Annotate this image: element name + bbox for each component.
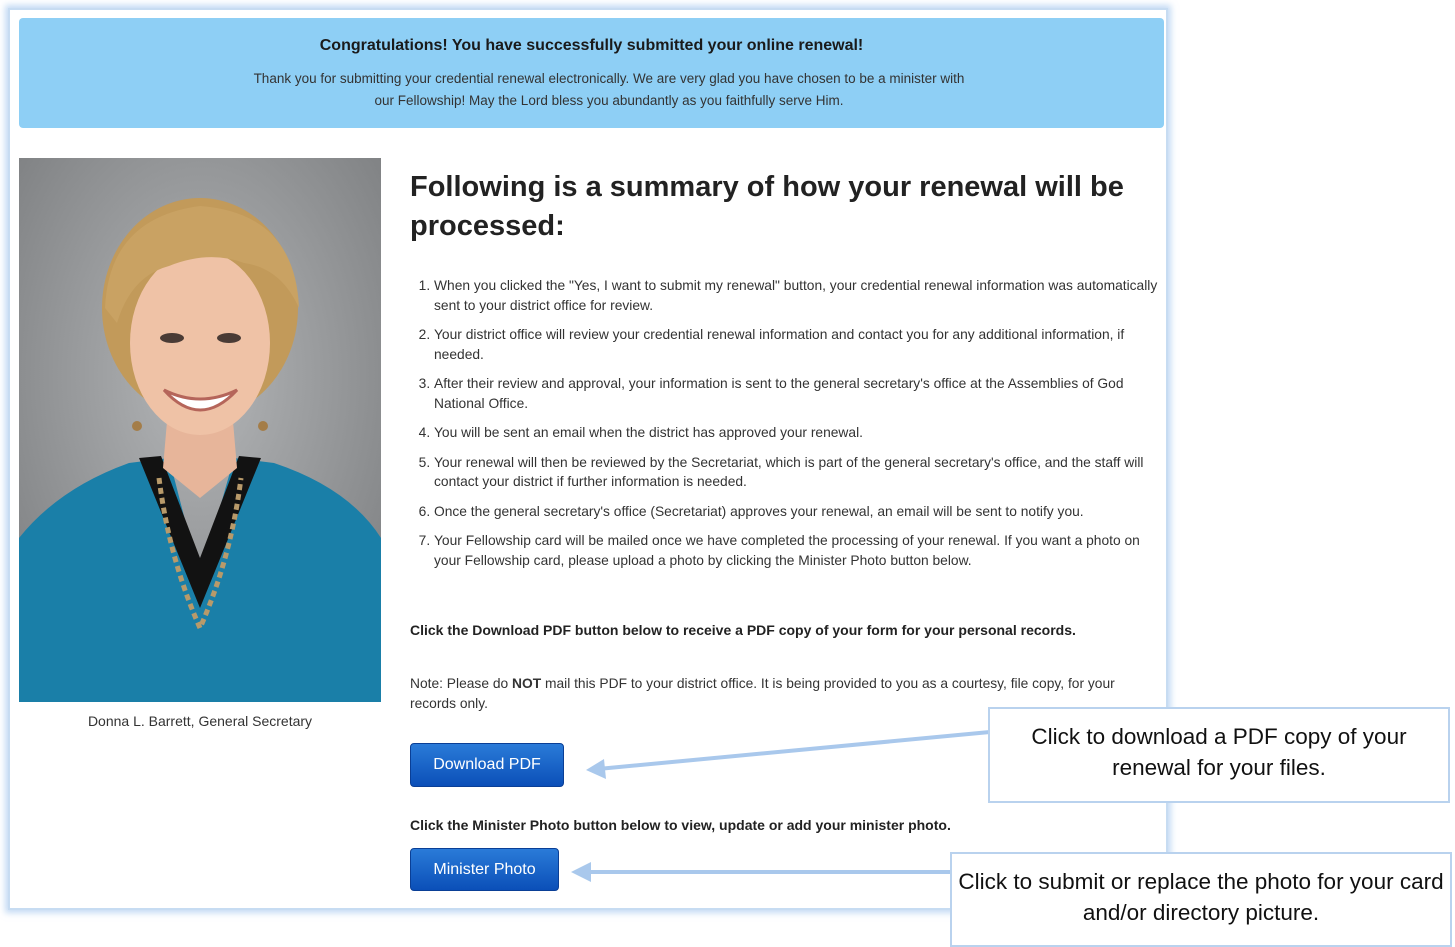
photo-arrow — [571, 862, 952, 882]
photo-callout: Click to submit or replace the photo for… — [950, 852, 1452, 947]
download-arrow — [586, 730, 991, 779]
download-callout: Click to download a PDF copy of your ren… — [988, 707, 1450, 803]
